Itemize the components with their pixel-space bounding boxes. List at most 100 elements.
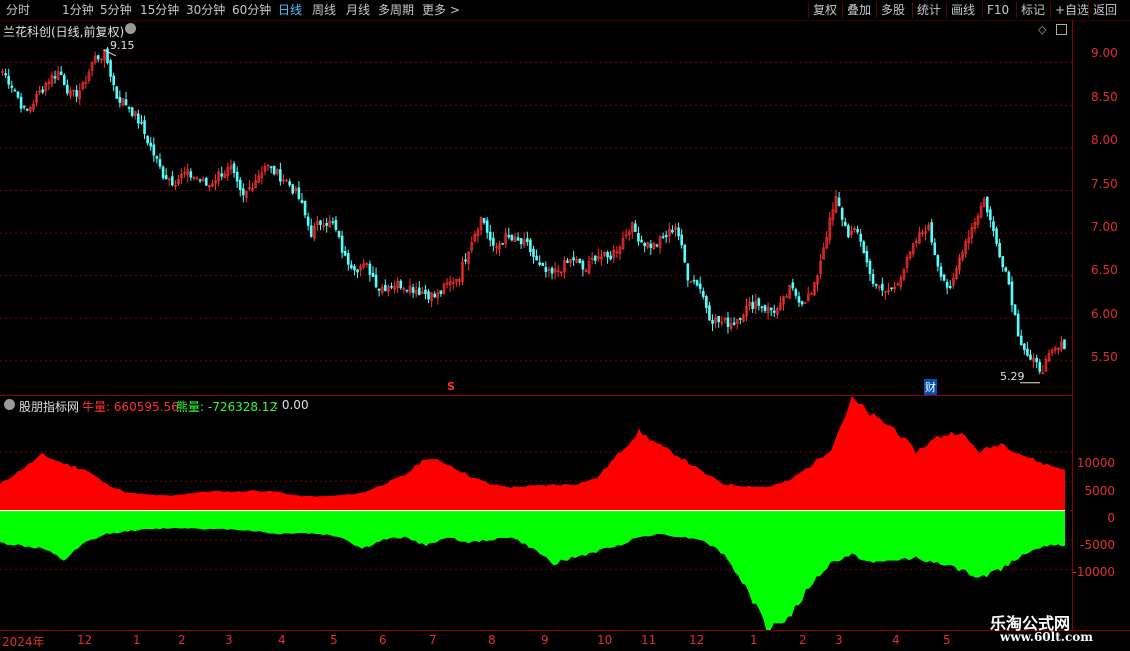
price-tick: 6.50 (1091, 263, 1118, 277)
candlestick-panel[interactable]: 兰花科创(日线,前复权) ◇ 9.15 5.29 S 财 (0, 20, 1072, 395)
period-tab-15min[interactable]: 15分钟 (140, 2, 179, 18)
time-tick: 6 (379, 633, 387, 647)
watermark-url: www.60lt.com (1000, 630, 1093, 644)
statistics-button[interactable]: 统计 (912, 2, 941, 18)
period-tab-60min[interactable]: 60分钟 (232, 2, 271, 18)
signal-s-marker[interactable]: S (447, 380, 455, 393)
candle-body (427, 291, 430, 300)
period-tab-daily[interactable]: 日线 (278, 2, 302, 18)
candle-body (189, 171, 193, 178)
time-tick: 12 (689, 633, 705, 647)
period-tab-timeshare[interactable]: 分时 (6, 2, 30, 18)
time-tick: 7 (429, 633, 437, 647)
candle-body (164, 175, 168, 180)
candle-body (535, 255, 538, 261)
period-tab-monthly[interactable]: 月线 (346, 2, 370, 18)
candle-body (948, 285, 952, 289)
adjust-button[interactable]: 复权 (808, 2, 837, 18)
draw-line-button[interactable]: 画线 (946, 2, 975, 18)
time-tick: 2024年 (2, 635, 45, 649)
candle-body (1013, 304, 1017, 315)
finance-marker[interactable]: 财 (924, 379, 937, 395)
candle-body (671, 229, 674, 233)
candle-body (859, 233, 863, 242)
candle-body (306, 216, 310, 226)
candle-body (492, 237, 495, 246)
f10-button[interactable]: F10 (982, 2, 1009, 18)
candle-body (390, 286, 393, 288)
price-tick: 6.00 (1091, 307, 1118, 321)
overlay-button[interactable]: 叠加 (842, 2, 871, 18)
candle-body (998, 243, 1001, 258)
candle-body (1038, 362, 1042, 372)
candle-body (510, 234, 514, 241)
bull-bear-area-chart (0, 396, 1072, 631)
indicator-tick: -5000 (1080, 538, 1115, 552)
candle-body (942, 274, 946, 281)
mark-button[interactable]: 标记 (1016, 2, 1045, 18)
candle-body (297, 187, 301, 199)
time-tick: 4 (278, 633, 286, 647)
candle-body (664, 235, 668, 238)
indicator-tick: 10000 (1076, 456, 1115, 470)
period-tab-weekly[interactable]: 周线 (312, 2, 336, 18)
chevron-down-icon[interactable] (4, 399, 15, 410)
back-button[interactable]: 返回 (1088, 2, 1117, 18)
candle-body (763, 305, 767, 311)
add-watchlist-button[interactable]: +自选 (1050, 2, 1089, 18)
candle-body (155, 156, 159, 159)
indicator-panel[interactable]: 股朋指标网 牛量: 660595.56 熊量: -726328.12 : 0.0… (0, 395, 1072, 631)
candle-body (146, 135, 149, 144)
candle-body (683, 244, 687, 263)
time-tick: 9 (541, 633, 549, 647)
candle-body (874, 284, 878, 286)
period-tab-1min[interactable]: 1分钟 (62, 2, 94, 18)
diamond-icon[interactable]: ◇ (1038, 23, 1046, 36)
candle-body (343, 250, 347, 256)
bear-volume-area (0, 510, 1065, 631)
candle-body (75, 90, 78, 97)
candle-body (541, 262, 545, 266)
candle-body (847, 225, 850, 238)
candle-body (399, 280, 403, 289)
time-tick: 4 (892, 633, 900, 647)
candle-body (717, 315, 721, 323)
candle-body (572, 257, 575, 261)
time-tick: 2 (178, 633, 186, 647)
chevron-down-icon[interactable] (125, 23, 136, 34)
candle-body (198, 179, 202, 182)
maximize-icon[interactable] (1056, 24, 1067, 35)
candle-body (300, 200, 304, 204)
candle-body (371, 272, 375, 277)
indicator-name: 股朋指标网 (19, 400, 80, 414)
candle-body (593, 255, 597, 261)
candle-body (751, 301, 754, 309)
period-tab-multi[interactable]: 多周期 (378, 2, 414, 18)
candle-body (112, 75, 115, 86)
candle-body (353, 266, 356, 271)
candle-body (1010, 281, 1014, 306)
candle-body (279, 169, 282, 182)
period-tab-30min[interactable]: 30分钟 (186, 2, 225, 18)
candle-body (53, 76, 57, 79)
period-toolbar: 分时 1分钟 5分钟 15分钟 30分钟 60分钟 日线 周线 月线 多周期 更… (0, 0, 1130, 21)
candle-body (269, 166, 273, 169)
more-periods-menu[interactable]: 更多 > (422, 2, 460, 18)
time-tick: 2 (799, 633, 807, 647)
candle-body (13, 89, 17, 92)
candle-body (433, 293, 437, 298)
candle-body (760, 306, 764, 309)
period-tab-5min[interactable]: 5分钟 (100, 2, 132, 18)
candle-body (232, 163, 236, 173)
candle-body (992, 221, 995, 231)
candle-body (149, 142, 153, 147)
candle-body (41, 89, 44, 93)
price-tick: 9.00 (1091, 46, 1118, 60)
candle-body (19, 96, 23, 109)
candle-body (581, 260, 585, 270)
candle-body (272, 165, 276, 175)
candle-body (550, 267, 554, 274)
candle-body (439, 290, 443, 294)
multi-stock-button[interactable]: 多股 (876, 2, 905, 18)
indicator-tick: -10000 (1072, 565, 1115, 579)
